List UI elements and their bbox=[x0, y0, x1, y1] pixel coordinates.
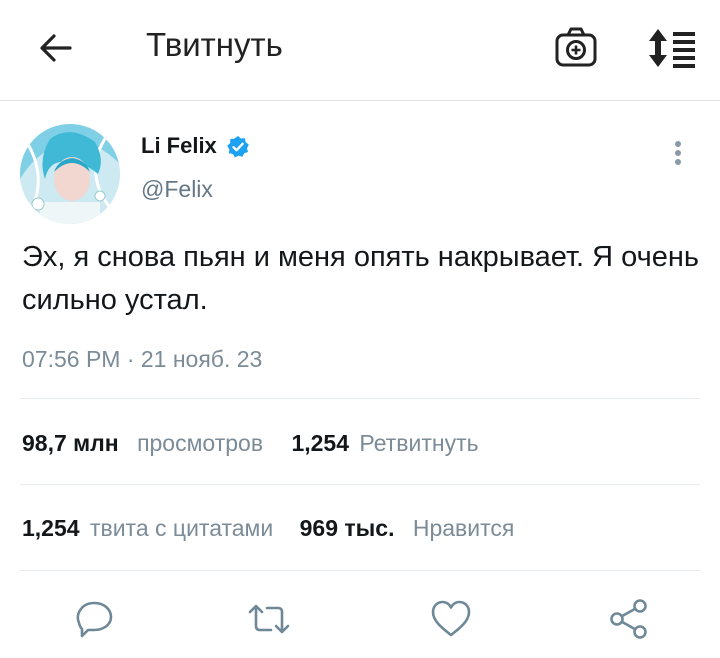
vertical-dots-icon bbox=[675, 141, 681, 165]
share-button[interactable] bbox=[606, 596, 652, 642]
sort-list-icon bbox=[649, 29, 695, 68]
camera-plus-icon bbox=[555, 27, 597, 67]
divider bbox=[20, 484, 700, 485]
retweets-count: 1,254 bbox=[291, 430, 349, 456]
avatar-image bbox=[20, 124, 120, 224]
divider bbox=[20, 398, 700, 399]
quotes-count: 1,254 bbox=[22, 515, 80, 541]
share-icon bbox=[610, 599, 647, 639]
likes-stat[interactable]: 969 тыс. Нравится bbox=[300, 515, 515, 541]
like-icon bbox=[431, 600, 471, 637]
likes-count: 969 тыс. bbox=[299, 515, 395, 541]
reply-button[interactable] bbox=[70, 596, 116, 642]
camera-button[interactable] bbox=[554, 26, 598, 70]
divider bbox=[20, 570, 700, 571]
views-label: просмотров bbox=[137, 430, 264, 456]
back-button[interactable] bbox=[36, 28, 76, 68]
verified-badge-icon bbox=[226, 135, 250, 159]
retweet-button[interactable] bbox=[246, 596, 292, 642]
tweet-timestamp[interactable]: 07:56 PM · 21 нояб. 23 bbox=[22, 346, 262, 373]
stats-row-views-retweets: 98,7 млн просмотров 1,254 Ретвитнуть bbox=[22, 430, 479, 457]
author-name[interactable]: Li Felix bbox=[141, 133, 217, 159]
sort-button[interactable] bbox=[646, 26, 698, 70]
stats-row-quotes-likes: 1,254 твита с цитатами 969 тыс. Нравится bbox=[22, 515, 514, 542]
quotes-stat[interactable]: 1,254 твита с цитатами bbox=[22, 515, 280, 541]
retweets-stat[interactable]: 1,254 Ретвитнуть bbox=[291, 430, 478, 456]
likes-label: Нравится bbox=[412, 515, 515, 541]
page-title: Твитнуть bbox=[146, 26, 283, 63]
avatar[interactable] bbox=[20, 124, 120, 224]
quotes-label: твита с цитатами bbox=[89, 515, 274, 541]
tweet-text: Эх, я снова пьян и меня опять накрывает.… bbox=[22, 241, 700, 316]
author-handle[interactable]: @Felix bbox=[141, 176, 213, 203]
retweets-label: Ретвитнуть bbox=[359, 430, 479, 456]
top-bar: Твитнуть bbox=[0, 0, 720, 101]
arrow-left-icon bbox=[40, 34, 72, 62]
more-options-button[interactable] bbox=[664, 134, 692, 174]
like-button[interactable] bbox=[428, 596, 474, 642]
retweet-icon bbox=[248, 604, 290, 634]
reply-icon bbox=[76, 601, 113, 638]
views-count: 98,7 млн bbox=[22, 430, 119, 456]
